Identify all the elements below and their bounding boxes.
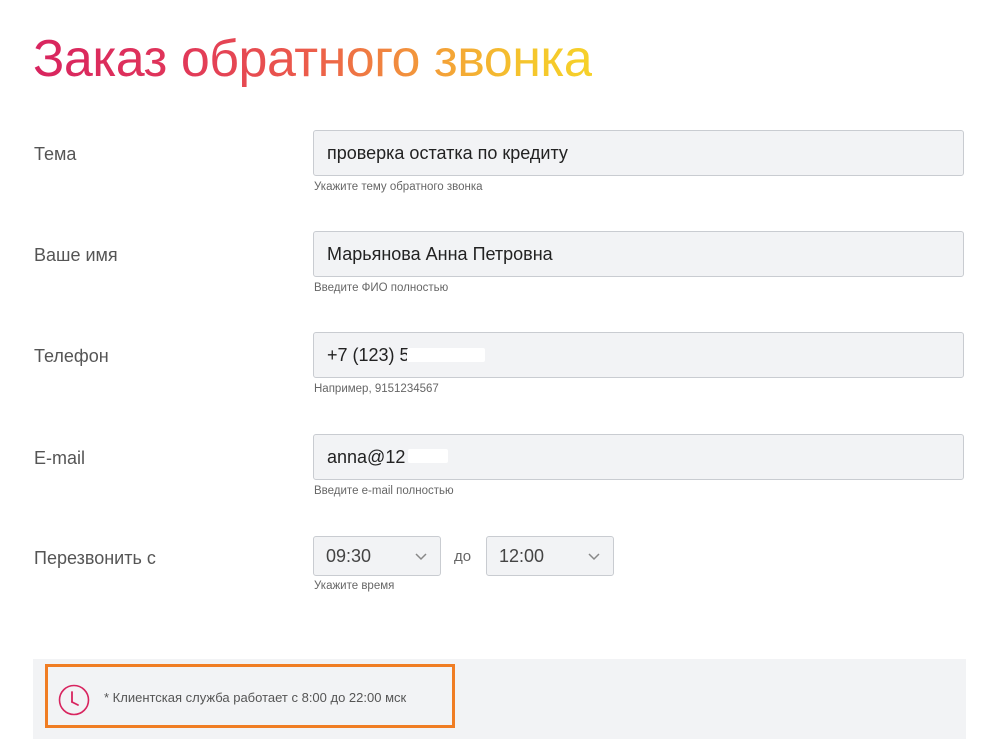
callback-to-value: 12:00 — [499, 545, 545, 566]
callback-from-value: 09:30 — [326, 545, 372, 566]
chevron-down-icon — [415, 553, 427, 561]
email-label: E-mail — [34, 448, 86, 468]
phone-label: Телефон — [34, 346, 109, 366]
callback-from-select[interactable]: 09:30 — [313, 536, 441, 576]
topic-hint: Укажите тему обратного звонка — [314, 181, 483, 193]
callback-label: Перезвонить с — [34, 548, 156, 568]
email-redaction — [408, 449, 448, 463]
name-label: Ваше имя — [34, 245, 118, 265]
topic-label: Тема — [34, 144, 77, 164]
topic-input[interactable] — [313, 130, 964, 176]
info-text: * Клиентская служба работает с 8:00 до 2… — [104, 690, 407, 705]
callback-hint: Укажите время — [314, 580, 395, 592]
chevron-down-icon — [588, 553, 600, 561]
callback-to-select[interactable]: 12:00 — [486, 536, 614, 576]
phone-redaction — [407, 348, 485, 362]
email-hint: Введите e-mail полностью — [314, 485, 454, 497]
page-title: Заказ обратного звонка — [33, 30, 593, 88]
phone-hint: Например, 9151234567 — [314, 383, 439, 395]
name-hint: Введите ФИО полностью — [314, 282, 449, 294]
name-input[interactable] — [313, 231, 964, 277]
callback-separator: до — [454, 548, 472, 565]
clock-info-icon — [58, 684, 90, 716]
